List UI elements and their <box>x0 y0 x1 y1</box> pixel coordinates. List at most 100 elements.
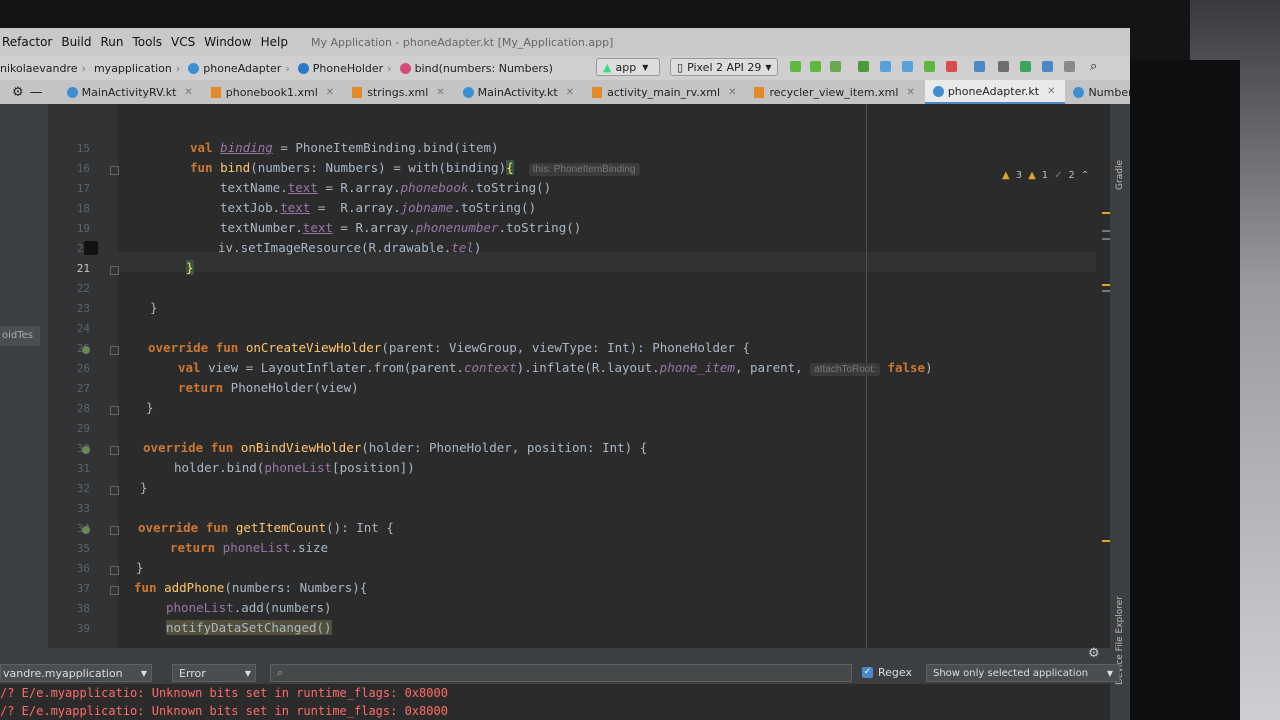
close-icon[interactable]: ✕ <box>1047 86 1055 97</box>
chevron-up-icon[interactable]: ⌃ <box>1081 170 1089 181</box>
navigation-bar: nikolaevandre › myapplication › phoneAdapt… <box>0 56 1130 80</box>
code-line-17: textName.text = R.array.phonebook.toStri… <box>220 180 552 195</box>
sync-gradle-icon[interactable] <box>974 61 985 72</box>
run-icon[interactable] <box>790 61 801 72</box>
bookmark-icon[interactable] <box>84 241 98 255</box>
code-line-18: textJob.text = R.array.jobname.toString(… <box>220 200 537 215</box>
fold-icon[interactable] <box>110 566 119 575</box>
tab-phoneadapter[interactable]: phoneAdapter.kt ✕ <box>924 80 1066 104</box>
close-icon[interactable]: ✕ <box>326 87 334 98</box>
sdk-manager-icon[interactable] <box>1020 61 1031 72</box>
search-icon[interactable]: ⌕ <box>1090 59 1097 74</box>
logcat-output[interactable]: /? E/e.myapplicatio: Unknown bits set in… <box>0 684 1110 720</box>
scroll-marker-warning[interactable] <box>1102 540 1110 542</box>
line-number-current: 21 <box>76 262 90 275</box>
tab-mainactivityrv[interactable]: MainActivityRV.kt ✕ <box>59 80 203 104</box>
tab-activity-main-rv[interactable]: activity_main_rv.xml ✕ <box>584 80 746 104</box>
attach-debugger-icon[interactable] <box>902 61 913 72</box>
search-icon: ⌕ <box>277 666 284 679</box>
tab-numbers[interactable]: Numbers.kt✕ <box>1065 80 1130 104</box>
close-icon[interactable]: ✕ <box>184 87 192 98</box>
device-dropdown[interactable]: ▯ Pixel 2 API 29 ▼ <box>670 58 778 76</box>
side-panel-label[interactable]: oidTes <box>0 326 40 346</box>
debug-icon[interactable] <box>858 61 869 72</box>
menu-bar: Refactor Build Run Tools VCS Window Help… <box>0 28 1130 56</box>
code-line-37: fun addPhone(numbers: Numbers){ <box>134 580 368 595</box>
logcat-level-select[interactable]: Error ▼ <box>172 664 256 682</box>
scroll-marker-warning[interactable] <box>1102 212 1110 214</box>
logcat-process-select[interactable]: vandre.myapplication ▼ <box>0 664 152 682</box>
code-editor[interactable]: oidTes ▲3 ▲1 ✓2 ⌃ ⌄ 15 16 17 18 19 20 21… <box>0 104 1110 648</box>
breadcrumb-user[interactable]: nikolaevandre › <box>0 62 94 75</box>
fold-icon[interactable] <box>110 166 119 175</box>
xml-file-icon <box>592 86 603 98</box>
breadcrumb-package[interactable]: myapplication › <box>94 62 188 75</box>
override-icon[interactable] <box>82 526 90 534</box>
emulator-icon[interactable] <box>1064 61 1075 72</box>
fold-icon[interactable] <box>110 446 119 455</box>
tab-mainactivity[interactable]: MainActivity.kt ✕ <box>455 80 584 104</box>
apply-changes-icon[interactable] <box>810 61 821 72</box>
tab-phonebook1[interactable]: phonebook1.xml ✕ <box>203 80 344 104</box>
line-number: 35 <box>76 542 90 555</box>
settings-icon[interactable]: ⚙ <box>1088 646 1100 661</box>
inlay-hint-receiver: this: PhoneItemBinding <box>528 163 640 176</box>
line-number: 32 <box>76 482 90 495</box>
menu-build[interactable]: Build <box>61 35 100 49</box>
breadcrumb-file[interactable]: phoneAdapter › <box>188 62 297 75</box>
scroll-marker[interactable] <box>1102 290 1110 292</box>
editor-scrollbar[interactable] <box>1096 104 1110 648</box>
fold-icon[interactable] <box>110 266 119 275</box>
code-line-30: override fun onBindViewHolder(holder: Ph… <box>143 440 648 455</box>
logcat-filter-select[interactable]: Show only selected application ▼ <box>926 664 1120 682</box>
gradle-tool-button[interactable]: Gradle <box>1115 160 1125 190</box>
avd-manager-icon[interactable] <box>998 61 1009 72</box>
logcat-toolbar: ⚙ vandre.myapplication ▼ Error ▼ ⌕ ✓ Regex … <box>0 646 1120 684</box>
close-icon[interactable]: ✕ <box>436 87 444 98</box>
override-icon[interactable] <box>82 346 90 354</box>
breadcrumb-class[interactable]: PhoneHolder › <box>297 62 400 75</box>
typo-icon: ✓ <box>1054 170 1063 181</box>
fold-icon[interactable] <box>110 346 119 355</box>
tab-strings[interactable]: strings.xml ✕ <box>344 80 454 104</box>
fold-icon[interactable] <box>110 486 119 495</box>
fold-icon[interactable] <box>110 526 119 535</box>
override-icon[interactable] <box>82 446 90 454</box>
coverage-icon[interactable] <box>924 61 935 72</box>
close-icon[interactable]: ✕ <box>728 87 736 98</box>
close-icon[interactable]: ✕ <box>566 87 574 98</box>
scroll-marker[interactable] <box>1102 238 1110 240</box>
kotlin-file-icon <box>462 86 474 98</box>
tab-recycler-view-item[interactable]: recycler_view_item.xml ✕ <box>746 80 924 104</box>
stop-icon[interactable] <box>946 61 957 72</box>
kotlin-file-icon <box>932 85 944 97</box>
scroll-marker-warning[interactable] <box>1102 284 1110 286</box>
menu-vcs[interactable]: VCS <box>171 35 204 49</box>
menu-help[interactable]: Help <box>261 35 297 49</box>
hide-icon[interactable]: — <box>30 85 43 100</box>
code-line-38: phoneList.add(numbers) <box>166 600 332 615</box>
breadcrumb-method[interactable]: bind(numbers: Numbers) <box>399 62 557 75</box>
menu-window[interactable]: Window <box>204 35 260 49</box>
settings-icon[interactable]: ⚙ <box>12 85 24 100</box>
menu-run[interactable]: Run <box>100 35 132 49</box>
fold-icon[interactable] <box>110 406 119 415</box>
line-number: 29 <box>76 422 90 435</box>
run-configuration-dropdown[interactable]: ▲ app ▼ <box>596 58 660 76</box>
regex-checkbox[interactable]: ✓ Regex <box>862 666 912 679</box>
scroll-marker[interactable] <box>1102 230 1110 232</box>
apply-code-changes-icon[interactable] <box>830 61 841 72</box>
fold-icon[interactable] <box>110 586 119 595</box>
window-title: My Application - phoneAdapter.kt [My_App… <box>310 35 614 49</box>
layout-inspector-icon[interactable] <box>1042 61 1053 72</box>
menu-refactor[interactable]: Refactor <box>0 35 61 49</box>
laptop-bezel-right <box>1130 60 1240 720</box>
menu-tools[interactable]: Tools <box>132 35 171 49</box>
line-number: 26 <box>76 362 90 375</box>
line-number: 22 <box>76 282 90 295</box>
profile-icon[interactable] <box>880 61 891 72</box>
logcat-search-input[interactable]: ⌕ <box>270 664 852 682</box>
chevron-down-icon: ▼ <box>140 669 147 678</box>
close-icon[interactable]: ✕ <box>906 87 914 98</box>
inspection-widget[interactable]: ▲3 ▲1 ✓2 ⌃ ⌄ <box>1002 170 1104 181</box>
